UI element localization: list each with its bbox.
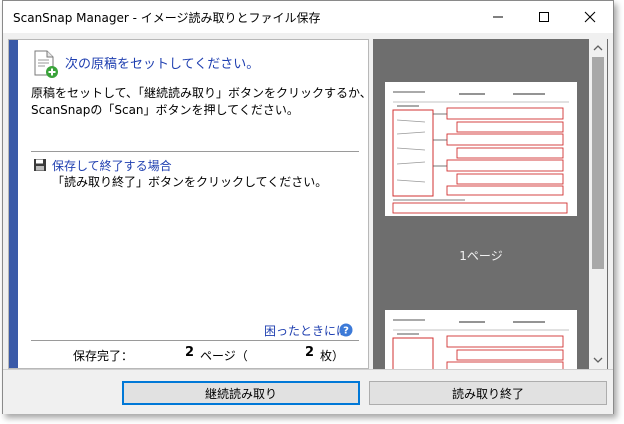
instruction-line-2: ScanSnapの「Scan」ボタンを押してください。 [31,103,299,117]
save-instruction-text: 「読み取り終了」ボタンをクリックしてください。 [52,175,328,189]
scroll-up-button[interactable] [589,39,607,57]
scrollbar-thumb[interactable] [592,57,604,269]
maximize-icon [539,12,549,22]
scroll-down-button[interactable] [589,351,607,369]
section-divider [31,151,359,152]
page-number-label: 1ページ [459,249,503,263]
question-circle-icon[interactable]: ? [339,323,353,337]
minimize-button[interactable] [475,1,521,33]
maximize-button[interactable] [521,1,567,33]
sheet-unit-label: 枚） [320,349,345,363]
close-icon [584,11,596,23]
chevron-down-icon [593,357,603,363]
page-thumbnail-image [392,91,569,214]
status-divider [31,340,359,341]
save-and-finish-heading: 保存して終了する場合 [52,159,172,173]
scan-dialog-window: ScanSnap Manager - イメージ読み取りとファイル保存 次の原稿を… [2,0,614,414]
document-add-icon [34,50,58,78]
title-bar: ScanSnap Manager - イメージ読み取りとファイル保存 [3,1,613,33]
instruction-panel: 次の原稿をセットしてください。 原稿をセットして、「継続読み取り」ボタンをクリッ… [8,39,369,369]
next-document-heading: 次の原稿をセットしてください。 [65,57,260,72]
save-disk-icon [34,159,46,171]
close-button[interactable] [567,1,613,33]
page-thumbnail[interactable] [385,82,577,216]
minimize-icon [493,16,503,18]
accent-bar [9,40,18,368]
instruction-line-1: 原稿をセットして、「継続読み取り」ボタンをクリックするか、 [31,86,369,100]
window-title: ScanSnap Manager - イメージ読み取りとファイル保存 [13,11,321,25]
button-bar: 継続読み取り 読み取り終了 [3,369,613,414]
page-thumbnail-image [392,319,569,369]
preview-scrollbar[interactable] [589,39,607,369]
page-unit-label: ページ（ [200,349,248,363]
finish-scanning-button[interactable]: 読み取り終了 [369,381,607,405]
help-link[interactable]: 困ったときには [264,322,348,339]
svg-text:?: ? [343,326,349,337]
scan-preview-pane[interactable]: 1ページ [373,39,608,369]
saved-page-count: 2 [185,345,195,360]
saved-sheet-count: 2 [305,345,315,360]
chevron-up-icon [593,45,603,51]
instruction-text: 原稿をセットして、「継続読み取り」ボタンをクリックするか、 ScanSnapの「… [31,85,369,119]
page-thumbnail[interactable] [385,310,577,369]
status-label: 保存完了： [73,349,134,363]
continue-scanning-button[interactable]: 継続読み取り [122,381,360,405]
